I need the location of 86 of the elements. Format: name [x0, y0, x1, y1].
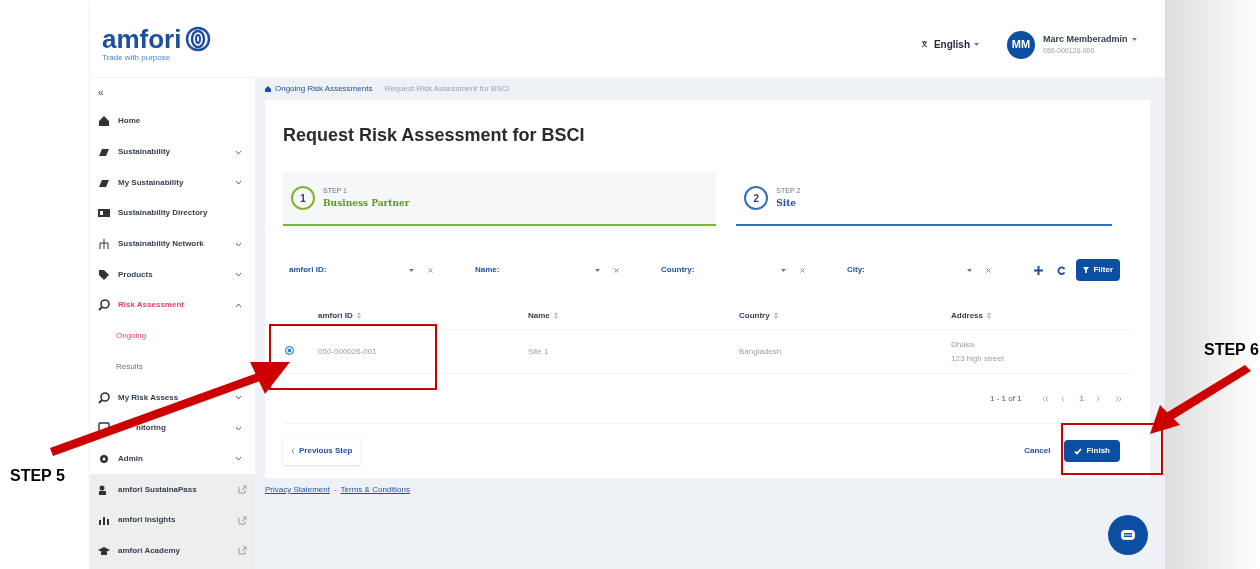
footer-link[interactable]: Terms & Conditions [340, 484, 410, 496]
language-selector[interactable]: English [921, 37, 979, 52]
external-link-icon [238, 485, 247, 495]
user-avatar[interactable]: MM [1007, 30, 1035, 59]
external-link[interactable]: amfori Academy [118, 544, 230, 557]
leaf-icon [98, 146, 110, 159]
clear-icon[interactable] [614, 267, 619, 273]
settings-icon [98, 452, 110, 465]
home-icon [98, 115, 110, 128]
radio-button[interactable] [285, 345, 294, 355]
breadcrumb-current: Request Risk Assessment for BSCI [384, 83, 510, 95]
home-icon [265, 86, 271, 92]
chat-icon [1120, 529, 1136, 541]
nav-item[interactable]: Sustainability Directory [90, 198, 255, 229]
caret-icon [967, 268, 972, 272]
nav-item[interactable]: Admin [90, 443, 255, 475]
collapse-toggle[interactable]: « [90, 78, 255, 106]
nav-subitem[interactable]: Results [90, 351, 255, 383]
table-cell-text: Dhaka 123 high street [951, 338, 1005, 365]
previous-step-button[interactable]: Previous Step [283, 437, 361, 465]
nav-item[interactable]: Sustainability Network [90, 228, 255, 260]
filter-label: Country: [661, 264, 696, 276]
search-icon [98, 391, 110, 404]
nav-subitem[interactable]: Ongoing [90, 320, 255, 352]
tagline: Trade with purpose [102, 51, 172, 64]
tag-icon [98, 268, 110, 281]
column-header[interactable]: Name [528, 309, 550, 322]
filter-label: City: [847, 264, 866, 276]
column-header[interactable]: Address [951, 309, 983, 322]
logo-text: amfori [102, 25, 182, 52]
column-header[interactable]: amfori ID [318, 309, 353, 322]
caret-icon [1131, 37, 1137, 41]
double-chevron-left-icon[interactable] [1041, 395, 1049, 402]
id-card-icon [98, 207, 110, 220]
clear-icon[interactable] [800, 267, 805, 273]
external-link[interactable]: amfori Insights [118, 514, 230, 527]
translate-icon [921, 40, 930, 49]
breadcrumb-link[interactable]: Ongoing Risk Assessments [275, 83, 373, 95]
caret-icon [781, 268, 786, 272]
cancel-link[interactable]: Cancel [1024, 445, 1051, 457]
table-cell-text: Bangladesh [739, 345, 783, 358]
chat-button[interactable] [1108, 515, 1148, 555]
table-cell-text: Site 1 [528, 345, 550, 358]
column-header[interactable]: Country [739, 309, 770, 322]
search-icon [98, 299, 110, 312]
caret-icon [409, 268, 414, 272]
chart-icon [98, 515, 110, 526]
step-label: STEP 5 [10, 466, 65, 486]
check-icon [1074, 447, 1083, 455]
separator: - [333, 484, 337, 496]
clear-icon[interactable] [428, 267, 433, 273]
network-icon [98, 238, 110, 251]
chevron-left-icon [291, 448, 295, 454]
external-link[interactable]: amfori SustainaPass [118, 483, 230, 496]
finish-button[interactable]: Finish [1064, 440, 1120, 462]
double-chevron-right-icon[interactable] [1115, 395, 1122, 402]
filter-icon [1083, 267, 1090, 273]
nav-item[interactable]: Products [90, 259, 255, 291]
filter-button[interactable]: Filter [1076, 259, 1120, 281]
page-number[interactable]: 1 [1079, 392, 1084, 405]
footer-link[interactable]: Privacy Statement [265, 484, 330, 496]
nav-item[interactable]: Sustainability [90, 136, 255, 168]
caret-icon [974, 43, 979, 46]
user-name[interactable]: Marc Memberadmin [1043, 32, 1153, 46]
refresh-icon[interactable] [1057, 265, 1067, 275]
add-icon[interactable] [1034, 265, 1044, 275]
table-cell-text: 050-000026-001 [318, 345, 378, 358]
nav-item[interactable]: My Sustainability [90, 167, 255, 199]
nav-item[interactable]: My Risk Assess [90, 382, 255, 413]
sort-icon[interactable] [553, 312, 558, 319]
sort-icon[interactable] [987, 312, 991, 319]
external-link-icon [238, 546, 247, 556]
filter-label: amfori ID: [289, 264, 328, 276]
external-link-icon [238, 515, 247, 525]
logo-icon [185, 25, 212, 52]
graduation-cap-icon [98, 545, 110, 556]
nav-item[interactable]: Risk Assessment [90, 290, 255, 321]
clear-icon[interactable] [986, 267, 991, 273]
page-title: Request Risk Assessment for BSCI [283, 123, 586, 147]
caret-icon [595, 268, 600, 272]
step-label: STEP 6 [1204, 340, 1259, 360]
sort-icon[interactable] [773, 312, 778, 319]
sort-icon[interactable] [356, 312, 361, 319]
page-range: 1 - 1 of 1 [989, 392, 1022, 405]
nav-item[interactable]: Home [90, 106, 255, 137]
filter-label: Name: [475, 264, 501, 276]
